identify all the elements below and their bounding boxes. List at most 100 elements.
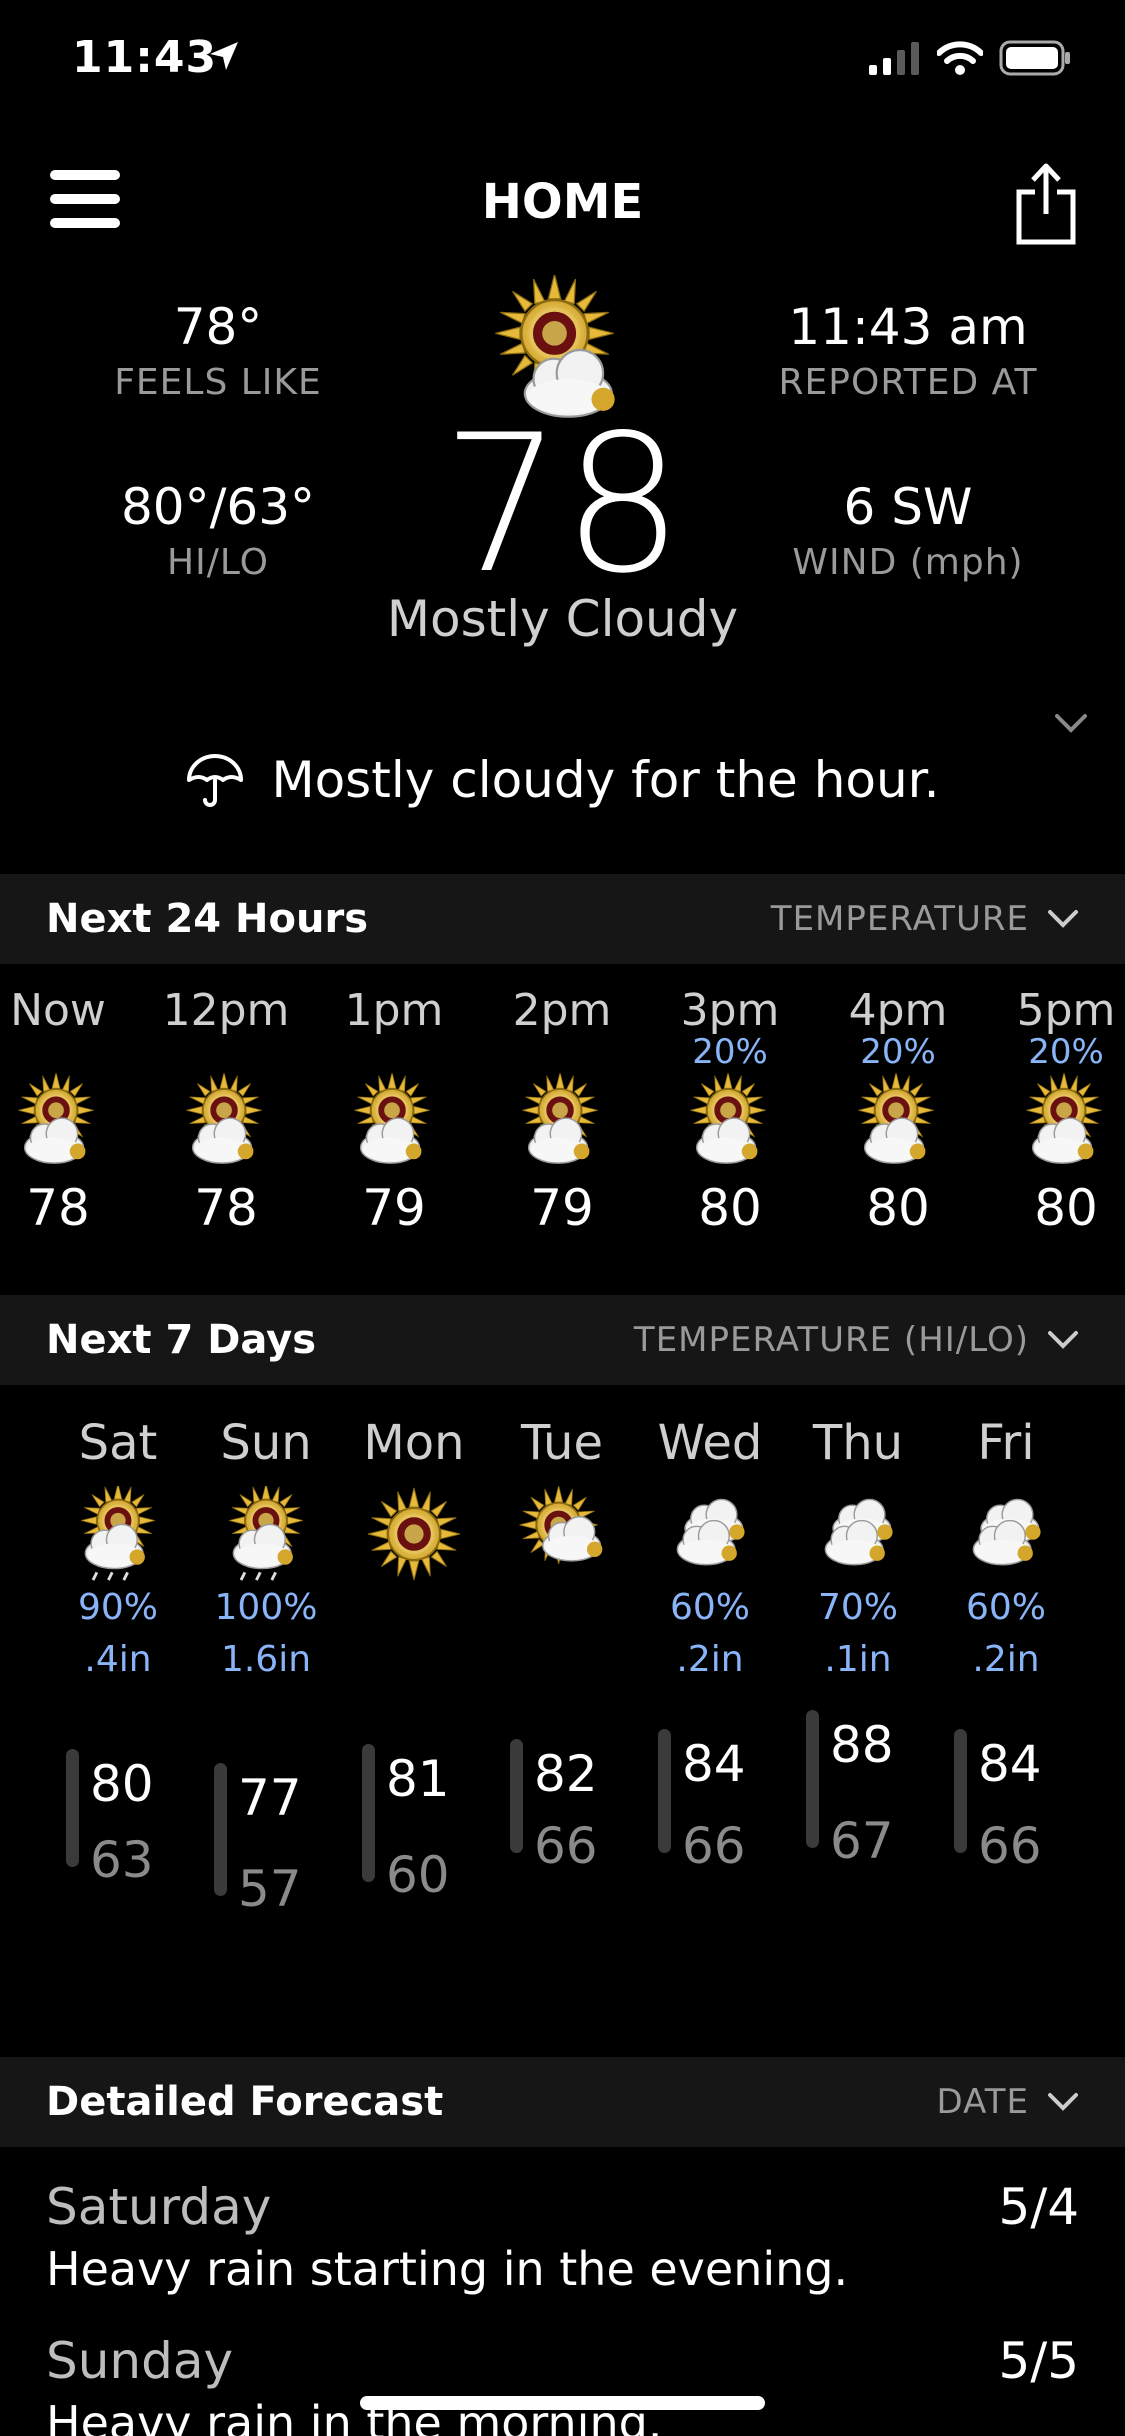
hour-item[interactable]: 4pm 20% 80: [814, 985, 982, 1237]
day-low-temperature: 63: [90, 1831, 154, 1890]
sun-cloud-rain-icon: [227, 1486, 305, 1581]
day-name: Wed: [657, 1415, 763, 1471]
day-low-temperature: 66: [978, 1816, 1042, 1875]
temperature-range-bar: [954, 1729, 967, 1853]
day-name: Sun: [220, 1415, 312, 1471]
hour-item[interactable]: 5pm 20% 80: [982, 985, 1125, 1237]
umbrella-icon: [187, 754, 244, 807]
day-item[interactable]: Mon: [340, 1410, 488, 1686]
detail-day: Saturday: [46, 2178, 272, 2236]
hour-precip-chance: [478, 1037, 646, 1073]
day-high-temperature: 77: [238, 1769, 302, 1828]
chevron-down-icon[interactable]: [1051, 708, 1091, 738]
reported-at-label: REPORTED AT: [778, 362, 1038, 403]
status-time: 11:43: [72, 32, 218, 83]
hour-precip-chance: 20%: [692, 1032, 768, 1072]
hourly-forecast[interactable]: Now 78 12pm 78 1pm 79 2pm 79 3pm 20% 80 …: [0, 985, 1125, 1245]
day-item[interactable]: Fri 60% .2in: [932, 1410, 1080, 1686]
temperature-range-bar: [658, 1729, 671, 1853]
temperature-range-bar: [214, 1763, 227, 1897]
detail-text: Heavy rain starting in the evening.: [46, 2242, 849, 2296]
hour-label: 2pm: [512, 985, 612, 1036]
hour-label: 5pm: [1016, 985, 1116, 1036]
sun-cloud-icon: [518, 1486, 604, 1566]
partly-cloudy-icon: [689, 1073, 767, 1164]
hour-summary-text: Mostly cloudy for the hour.: [271, 751, 940, 809]
day-item[interactable]: Sun 100% 1.6in: [192, 1410, 340, 1686]
hourly-section-header: Next 24 Hours TEMPERATURE: [0, 874, 1125, 964]
hour-label: 12pm: [162, 985, 290, 1036]
cloud-icon: [972, 1498, 1042, 1566]
hour-temperature: 80: [866, 1179, 930, 1237]
partly-cloudy-icon: [17, 1073, 95, 1164]
day-precip-amount: .1in: [824, 1639, 892, 1680]
day-high-temperature: 88: [830, 1715, 894, 1774]
day-low-temperature: 67: [830, 1811, 894, 1870]
hourly-sort-dropdown[interactable]: TEMPERATURE: [771, 899, 1079, 939]
header: HOME: [0, 150, 1125, 250]
wifi-icon: [937, 41, 983, 75]
day-precip-amount: [340, 1634, 488, 1686]
detail-sort-dropdown[interactable]: DATE: [937, 2082, 1079, 2122]
daily-sort-dropdown[interactable]: TEMPERATURE (HI/LO): [634, 1320, 1079, 1360]
hour-precip-chance: [310, 1037, 478, 1073]
hour-item[interactable]: Now 78: [0, 985, 142, 1237]
day-name: Mon: [363, 1415, 465, 1471]
status-indicators: [869, 40, 1071, 76]
day-precip-chance: 100%: [214, 1587, 318, 1628]
day-precip-chance: 70%: [817, 1587, 898, 1628]
detail-section-header: Detailed Forecast DATE: [0, 2057, 1125, 2147]
day-name: Sat: [78, 1415, 158, 1471]
current-condition: Mostly Cloudy: [386, 590, 739, 648]
temperature-range-bar: [510, 1738, 523, 1853]
hour-precip-chance: [142, 1037, 310, 1073]
detail-section-title: Detailed Forecast: [46, 2079, 444, 2125]
hour-precip-chance: [0, 1037, 142, 1073]
day-high-temperature: 80: [90, 1754, 154, 1813]
hour-item[interactable]: 12pm 78: [142, 985, 310, 1237]
hour-temperature: 78: [26, 1179, 90, 1237]
chevron-down-icon: [1048, 2093, 1078, 2111]
sun-cloud-rain-icon: [79, 1486, 157, 1581]
feels-like-label: FEELS LIKE: [114, 362, 322, 403]
current-temperature: 78: [441, 394, 684, 615]
day-low-temperature: 66: [682, 1816, 746, 1875]
hour-temperature: 79: [530, 1179, 594, 1237]
day-item[interactable]: Sat 90% .4in: [44, 1410, 192, 1686]
reported-at-stat: 11:43 am REPORTED AT: [718, 298, 1098, 403]
home-indicator[interactable]: [360, 2396, 765, 2410]
daily-section-title: Next 7 Days: [46, 1317, 317, 1363]
detail-item[interactable]: Saturday 5/4 Heavy rain starting in the …: [0, 2178, 1125, 2296]
hour-temperature: 80: [698, 1179, 762, 1237]
temperature-range-bar: [66, 1748, 79, 1868]
hour-item[interactable]: 1pm 79: [310, 985, 478, 1237]
day-name: Tue: [521, 1415, 603, 1471]
hour-item[interactable]: 3pm 20% 80: [646, 985, 814, 1237]
day-item[interactable]: Thu 70% .1in: [784, 1410, 932, 1686]
day-precip-amount: .2in: [676, 1639, 744, 1680]
reported-at-value: 11:43 am: [788, 298, 1028, 356]
day-high-temperature: 84: [682, 1735, 746, 1794]
day-item[interactable]: Wed 60% .2in: [636, 1410, 784, 1686]
detail-item[interactable]: Sunday 5/5 Heavy rain in the morning.: [0, 2332, 1125, 2436]
hour-summary[interactable]: Mostly cloudy for the hour.: [0, 750, 1125, 810]
partly-cloudy-icon: [353, 1073, 431, 1164]
hour-label: 4pm: [848, 985, 948, 1036]
day-high-temperature: 84: [978, 1735, 1042, 1794]
hour-label: 1pm: [344, 985, 444, 1036]
hour-temperature: 80: [1034, 1179, 1098, 1237]
day-name: Fri: [977, 1415, 1035, 1471]
detail-date: 5/5: [998, 2332, 1079, 2390]
partly-cloudy-icon: [857, 1073, 935, 1164]
partly-cloudy-icon: [1025, 1073, 1103, 1164]
share-icon[interactable]: [1011, 156, 1081, 246]
hour-precip-chance: 20%: [1028, 1032, 1104, 1072]
hour-item[interactable]: 2pm 79: [478, 985, 646, 1237]
day-item[interactable]: Tue: [488, 1410, 636, 1686]
day-low-temperature: 66: [534, 1816, 598, 1875]
status-bar: 11:43: [0, 0, 1125, 120]
chevron-down-icon: [1048, 1331, 1078, 1349]
day-name: Thu: [812, 1415, 904, 1471]
hourly-section-title: Next 24 Hours: [46, 896, 369, 942]
day-low-temperature: 60: [386, 1845, 450, 1904]
